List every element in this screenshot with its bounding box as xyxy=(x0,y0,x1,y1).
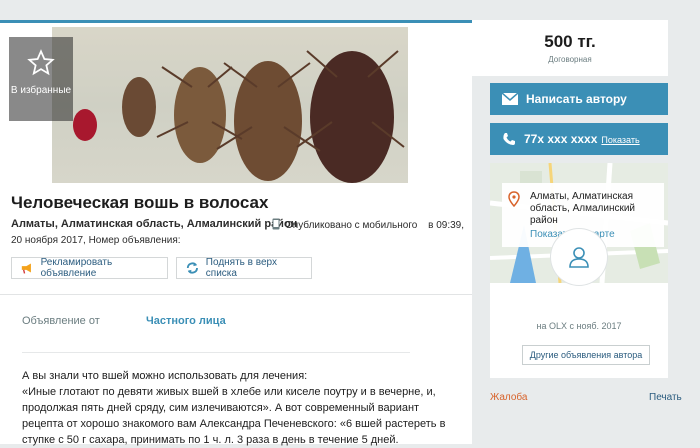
promote-ad-label: Рекламировать объявление xyxy=(40,257,113,279)
star-icon xyxy=(27,49,55,76)
mobile-phone-icon xyxy=(272,218,280,230)
published-info: Опубликовано с мобильного в 09:39, xyxy=(272,218,464,231)
description-line: ступке с 50 г сахара, принимать по 1 ч. … xyxy=(22,434,399,446)
ad-photo[interactable] xyxy=(52,27,408,183)
user-icon xyxy=(569,247,589,268)
phone-show-link[interactable]: Показать xyxy=(601,135,639,145)
complain-link[interactable]: Жалоба xyxy=(490,392,527,403)
address-line: область, Алмалинский район xyxy=(530,203,636,226)
seller-card: Алматы, Алматинская область, Алмалинский… xyxy=(490,163,668,378)
published-mobile-text: Опубликовано с мобильного xyxy=(285,220,418,231)
megaphone-icon xyxy=(21,263,31,274)
member-since: на OLX с нояб. 2017 xyxy=(536,321,622,331)
published-time: в 09:39, xyxy=(428,220,465,231)
ad-description: А вы знали что вшей можно использовать д… xyxy=(22,368,446,448)
ad-title: Человеческая вошь в волосах xyxy=(11,193,269,212)
print-link[interactable]: Печать xyxy=(649,392,682,403)
refresh-icon xyxy=(186,262,198,274)
envelope-icon xyxy=(502,93,518,105)
seller-avatar[interactable] xyxy=(551,229,607,285)
promote-ad-button[interactable]: Рекламировать объявление xyxy=(11,257,168,279)
description-line: рецепта от хорошо знакомого вам Александ… xyxy=(22,418,446,430)
negotiable-label: Договорная xyxy=(548,55,592,64)
write-author-button[interactable]: Написать автору xyxy=(490,83,668,115)
param-label: Объявление от xyxy=(22,315,100,327)
favorite-button[interactable]: В избранные xyxy=(9,37,73,121)
ad-main-panel: В избранные Человеческая вошь в волосах … xyxy=(0,20,472,446)
ad-location: Алматы, Алматинская область, Алмалинский… xyxy=(11,218,298,230)
other-ads-button[interactable]: Другие объявления автора xyxy=(522,345,650,365)
description-line: А вы знали что вшей можно использовать д… xyxy=(22,370,308,382)
location-pin-icon xyxy=(508,191,520,207)
phone-icon xyxy=(503,133,515,145)
lice-photo-image xyxy=(73,50,405,183)
show-phone-button[interactable]: 77x xxx xxxx Показать xyxy=(490,123,668,155)
published-date-id: 20 ноября 2017, Номер объявления: xyxy=(11,235,181,246)
write-author-label: Написать автору xyxy=(526,92,627,106)
ad-params: Объявление от Частного лица xyxy=(22,315,410,353)
photo-gallery: В избранные xyxy=(0,23,472,183)
lift-ad-button[interactable]: Поднять в верх списка xyxy=(176,257,312,279)
param-value[interactable]: Частного лица xyxy=(146,315,226,327)
price-box: 500 тг. Договорная xyxy=(472,20,668,76)
favorite-label: В избранные xyxy=(10,85,72,96)
address-line: Алматы, Алматинская xyxy=(530,191,634,202)
lift-ad-label: Поднять в верх списка xyxy=(205,257,277,279)
param-divider xyxy=(22,352,410,353)
section-divider xyxy=(0,294,472,295)
description-line: «Иные глотают по девяти живых вшей в хле… xyxy=(22,386,436,398)
price: 500 тг. xyxy=(544,32,596,51)
phone-number: 77x xxx xxxx xyxy=(524,132,598,146)
description-line: продолжая пять дней сряду, сим излечиваю… xyxy=(22,402,420,414)
